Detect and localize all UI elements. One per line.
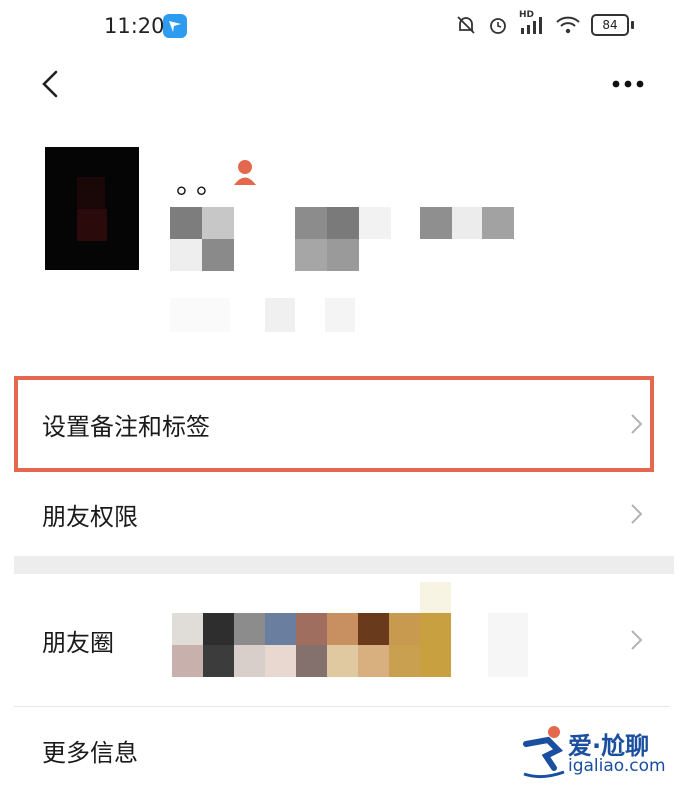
friend-permissions-row[interactable]: 朋友权限 [0,476,682,552]
chevron-right-icon [631,504,643,524]
battery-tip [631,21,634,29]
cellular-signal-icon: HD [519,10,545,36]
more-info-label: 更多信息 [42,738,138,767]
moments-label: 朋友圈 [42,628,114,657]
status-icons: HD 84 [455,10,634,36]
app-notification-icon [163,14,187,38]
back-chevron-icon [42,70,58,98]
divider [14,706,670,707]
status-time: 11:20 [104,14,165,38]
battery-icon: 84 [591,14,629,36]
wifi-icon [556,16,580,34]
more-dots-icon [612,80,644,88]
pixelated-region-info [170,298,360,332]
friend-permissions-label: 朋友权限 [42,502,138,531]
chevron-right-icon [631,630,643,650]
mute-bell-icon [457,16,475,34]
moments-preview-thumbnails[interactable] [172,580,552,680]
alarm-icon [490,18,506,34]
watermark-url: igaliao.com [568,756,666,776]
back-button[interactable] [34,64,74,104]
runner-logo-icon [523,726,565,779]
person-icon [232,158,258,186]
nickname: 。。 [176,167,231,200]
status-bar: 11:20 HD 84 [0,0,682,56]
avatar[interactable] [45,147,139,270]
more-button[interactable] [606,74,650,94]
watermark-logo: 爱·尬聊 igaliao.com [518,722,678,784]
section-gap [14,556,674,574]
highlight-box [14,376,654,472]
pixelated-account-info [170,207,515,271]
